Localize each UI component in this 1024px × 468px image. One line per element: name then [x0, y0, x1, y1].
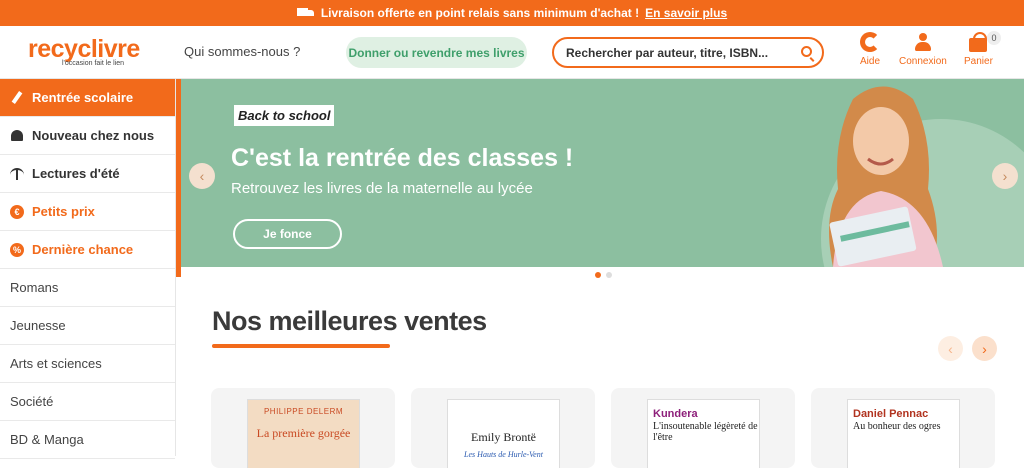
user-icon [913, 32, 933, 52]
hero-cta-button[interactable]: Je fonce [233, 219, 342, 249]
sidebar-item-label: BD & Manga [10, 432, 84, 447]
help-label: Aide [860, 56, 881, 67]
sidebar-item-petits-prix[interactable]: € Petits prix [0, 193, 175, 231]
sidebar-item-jeunesse[interactable]: Jeunesse [0, 307, 175, 345]
category-sidebar: Rentrée scolaire Nouveau chez nous Lectu… [0, 79, 176, 459]
book-cover[interactable]: Kundera L'insoutenable légèreté de l'êtr… [647, 399, 760, 468]
percent-icon: % [10, 242, 24, 257]
book-author: Daniel Pennac [853, 408, 929, 420]
sidebar-item-rentree[interactable]: Rentrée scolaire [0, 79, 175, 117]
sidebar-item-label: Lectures d'été [32, 166, 120, 181]
logo[interactable]: recyclivre l'occasion fait le lien [28, 35, 140, 67]
help-link[interactable]: Aide [860, 32, 880, 67]
bestsellers-title: Nos meilleures ventes [212, 306, 487, 336]
hero-next-arrow[interactable]: › [992, 163, 1018, 189]
pencil-icon [10, 91, 24, 105]
book-author: Kundera [653, 408, 698, 420]
carousel-dots [595, 272, 612, 278]
hero-student-illustration [829, 86, 943, 267]
book-card[interactable]: Daniel Pennac Au bonheur des ogres [811, 388, 995, 468]
nav-who-are-we[interactable]: Qui sommes-nous ? [184, 44, 300, 59]
hero-tagline: Back to school [234, 105, 335, 126]
title-underline [212, 344, 390, 348]
book-cover[interactable]: PHILIPPE DELERM La première gorgée [247, 399, 360, 468]
umbrella-icon [10, 167, 24, 181]
carousel-dot[interactable] [595, 272, 601, 278]
sidebar-item-label: Arts et sciences [10, 356, 102, 371]
hero-banner: Back to school C'est la rentrée des clas… [181, 79, 1024, 267]
bestsellers-list: PHILIPPE DELERM La première gorgée Emily… [211, 388, 995, 468]
sidebar-item-label: Romans [10, 280, 59, 295]
sidebar-item-label: Société [10, 394, 54, 409]
book-cover[interactable]: Daniel Pennac Au bonheur des ogres [847, 399, 960, 468]
sidebar-item-arts-sciences[interactable]: Arts et sciences [0, 345, 175, 383]
cart-label: Panier [964, 56, 993, 67]
book-title: Au bonheur des ogres [853, 421, 941, 432]
book-title: Les Hauts de Hurle-Vent [464, 450, 543, 459]
book-title: La première gorgée [256, 426, 351, 440]
sidebar-item-romans[interactable]: Romans [0, 269, 175, 307]
help-icon [860, 32, 880, 52]
sidebar-item-label: Jeunesse [10, 318, 66, 333]
bestsellers-next-arrow[interactable]: › [972, 336, 997, 361]
bell-icon [10, 129, 24, 143]
cart-count-badge: 0 [987, 31, 1001, 45]
book-cover[interactable]: Emily Brontë Les Hauts de Hurle-Vent [447, 399, 560, 468]
book-title: L'insoutenable légèreté de l'être [653, 421, 758, 443]
login-link[interactable]: Connexion [899, 32, 947, 67]
sidebar-item-label: Nouveau chez nous [32, 128, 155, 143]
book-card[interactable]: Emily Brontë Les Hauts de Hurle-Vent [411, 388, 595, 468]
book-author: Emily Brontë [471, 430, 536, 444]
book-card[interactable]: PHILIPPE DELERM La première gorgée [211, 388, 395, 468]
promo-text: Livraison offerte en point relais sans m… [320, 6, 640, 20]
logo-text: recyclivre [28, 35, 140, 63]
truck-icon [296, 8, 315, 18]
search-input[interactable] [566, 45, 791, 60]
bag-icon [968, 32, 988, 52]
book-author: PHILIPPE DELERM [263, 407, 344, 416]
book-card[interactable]: Kundera L'insoutenable légèreté de l'êtr… [611, 388, 795, 468]
sell-books-button[interactable]: Donner ou revendre mes livres [346, 37, 527, 68]
sidebar-item-label: Petits prix [32, 204, 95, 219]
sidebar-item-label: Dernière chance [32, 242, 134, 257]
promo-link[interactable]: En savoir plus [645, 6, 727, 20]
hero-prev-arrow[interactable]: ‹ [189, 163, 215, 189]
sidebar-item-label: Rentrée scolaire [32, 90, 134, 105]
sidebar-item-societe[interactable]: Société [0, 383, 175, 421]
sidebar-item-lectures-ete[interactable]: Lectures d'été [0, 155, 175, 193]
sidebar-item-nouveau[interactable]: Nouveau chez nous [0, 117, 175, 155]
hero-title: C'est la rentrée des classes ! [231, 144, 574, 172]
site-header: recyclivre l'occasion fait le lien Qui s… [0, 26, 1024, 79]
carousel-dot[interactable] [606, 272, 612, 278]
euro-icon: € [10, 204, 24, 219]
login-label: Connexion [899, 56, 947, 67]
search-box[interactable] [552, 37, 824, 68]
promo-bar: Livraison offerte en point relais sans m… [0, 0, 1024, 26]
bestsellers-prev-arrow[interactable]: ‹ [938, 336, 963, 361]
sidebar-item-derniere-chance[interactable]: % Dernière chance [0, 231, 175, 269]
sidebar-item-bd-manga[interactable]: BD & Manga [0, 421, 175, 459]
hero-subtitle: Retrouvez les livres de la maternelle au… [231, 180, 533, 197]
search-icon[interactable] [801, 46, 812, 57]
